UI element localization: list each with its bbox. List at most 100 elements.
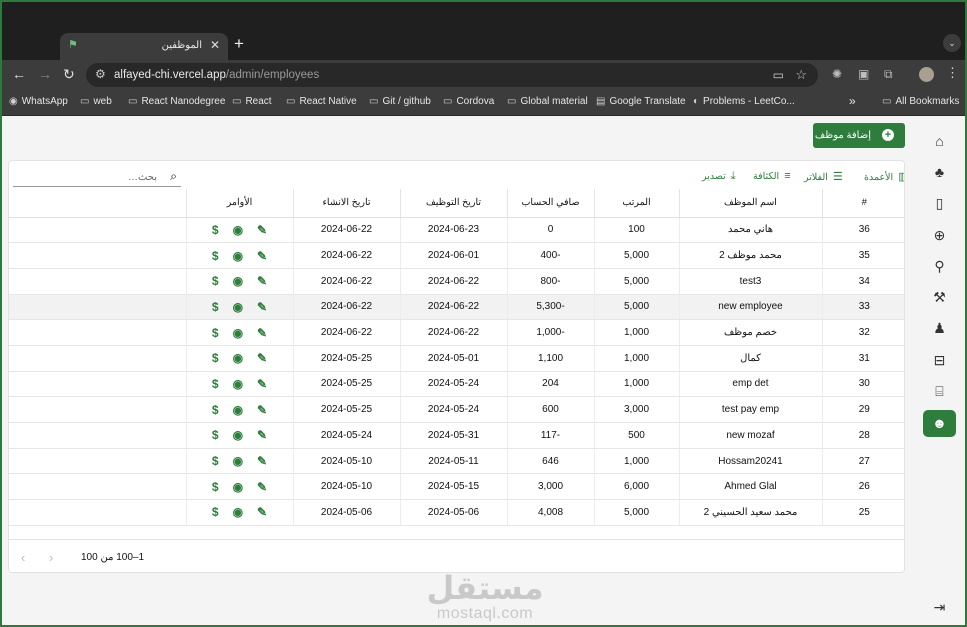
table-row[interactable]: 25 محمد سعيد الحسيني 2 5,000 4,008 2024-05-0… xyxy=(9,499,904,526)
table-row[interactable]: 29 test pay emp 3,000 600 2024-05-24 2024-05-… xyxy=(9,396,904,423)
filters-button[interactable]: الفلاتر ☰ xyxy=(804,170,843,183)
bookmark-item[interactable]: ▭ Global material xyxy=(507,96,588,107)
logout-icon[interactable]: ⇥ xyxy=(923,594,956,621)
edit-icon[interactable]: ✎ xyxy=(257,274,267,288)
back-icon[interactable]: ← xyxy=(12,66,26,82)
view-eye-icon[interactable]: ◉ xyxy=(233,428,243,442)
view-eye-icon[interactable]: ◉ xyxy=(233,249,243,263)
home-icon[interactable]: ⌂ xyxy=(923,128,956,155)
column-header-hire-date[interactable]: تاريخ التوظيف xyxy=(399,189,507,218)
bookmark-item[interactable]: ▭ Cordova xyxy=(443,96,494,107)
column-header-id[interactable]: # xyxy=(821,189,904,218)
browser-tab[interactable]: ⚑ الموظفين ✕ xyxy=(60,33,228,60)
table-row[interactable]: 36 هاني محمد 100 0 2024-06-23 2024-06-22 ✎ ◉ $ xyxy=(9,217,904,244)
view-eye-icon[interactable]: ◉ xyxy=(233,300,243,314)
export-button[interactable]: تصدير ⤓ xyxy=(702,170,736,183)
employees-icon[interactable]: ☻ xyxy=(923,410,956,437)
hiker-icon[interactable]: ⚲ xyxy=(923,253,956,280)
install-app-icon[interactable]: ▭ xyxy=(773,68,784,82)
add-employee-button[interactable]: إضافة موظف + xyxy=(813,123,905,148)
edit-icon[interactable]: ✎ xyxy=(257,403,267,417)
bookmark-item[interactable]: ▭ React Nanodegree xyxy=(128,96,225,107)
extension-icon[interactable]: ▣ xyxy=(858,67,869,81)
inbox-icon[interactable]: ⊟ xyxy=(923,347,956,374)
payment-dollar-icon[interactable]: $ xyxy=(212,428,219,442)
table-row[interactable]: 26 Ahmed Glal 6,000 3,000 2024-05-15 2024-05-… xyxy=(9,473,904,501)
forward-icon[interactable]: → xyxy=(38,66,52,82)
site-settings-icon[interactable]: ⚙ xyxy=(95,67,106,81)
edit-icon[interactable]: ✎ xyxy=(257,326,267,340)
view-eye-icon[interactable]: ◉ xyxy=(233,274,243,288)
view-eye-icon[interactable]: ◉ xyxy=(233,480,243,494)
table-row[interactable]: 30 emp det 1,000 204 2024-05-24 2024-05-25 ✎ ◉ $ xyxy=(9,371,904,398)
more-bookmarks-button[interactable]: » xyxy=(849,94,856,108)
column-header-name[interactable]: اسم الموظف xyxy=(678,189,822,218)
edit-icon[interactable]: ✎ xyxy=(257,249,267,263)
person-icon[interactable]: ♟ xyxy=(923,315,956,342)
payment-dollar-icon[interactable]: $ xyxy=(212,505,219,519)
view-eye-icon[interactable]: ◉ xyxy=(233,326,243,340)
close-tab-icon[interactable]: ✕ xyxy=(210,38,220,52)
payment-dollar-icon[interactable]: $ xyxy=(212,377,219,391)
extension-icon[interactable]: ✺ xyxy=(832,67,842,81)
edit-icon[interactable]: ✎ xyxy=(257,351,267,365)
edit-icon[interactable]: ✎ xyxy=(257,377,267,391)
calculator-icon[interactable]: ▯ xyxy=(923,190,956,217)
new-tab-button[interactable]: + xyxy=(234,34,244,54)
url-text[interactable]: alfayed-chi.vercel.app/admin/employees xyxy=(114,69,319,81)
table-row[interactable]: 27 Hossam20241 1,000 646 2024-05-11 2024-05-1… xyxy=(9,448,904,475)
view-eye-icon[interactable]: ◉ xyxy=(233,403,243,417)
bookmark-item[interactable]: ▤ Google Translate xyxy=(596,96,686,107)
payment-dollar-icon[interactable]: $ xyxy=(212,326,219,340)
column-header-net[interactable]: صافي الحساب xyxy=(506,189,594,218)
edit-icon[interactable]: ✎ xyxy=(257,480,267,494)
payment-dollar-icon[interactable]: $ xyxy=(212,274,219,288)
payment-dollar-icon[interactable]: $ xyxy=(212,454,219,468)
bookmark-star-icon[interactable]: ☆ xyxy=(795,67,807,83)
add-circle-icon[interactable]: ⊕ xyxy=(923,222,956,249)
view-eye-icon[interactable]: ◉ xyxy=(233,223,243,237)
browser-menu-icon[interactable]: ⋮ xyxy=(946,65,959,81)
bookmark-item[interactable]: ◐ Problems - LeetCo... xyxy=(693,96,795,107)
bank-icon[interactable]: ⌸ xyxy=(923,378,956,405)
payment-dollar-icon[interactable]: $ xyxy=(212,223,219,237)
extensions-puzzle-icon[interactable]: ⧉ xyxy=(884,67,893,82)
all-bookmarks-button[interactable]: ▭ All Bookmarks xyxy=(882,96,959,107)
payment-dollar-icon[interactable]: $ xyxy=(212,403,219,417)
tab-search-icon[interactable]: ⌄ xyxy=(943,34,961,52)
profile-avatar[interactable] xyxy=(919,67,934,82)
bookmark-item[interactable]: ▭ React Native xyxy=(286,96,357,107)
column-header-created-date[interactable]: تاريخ الانشاء xyxy=(292,189,400,218)
address-bar[interactable]: ⚙ alfayed-chi.vercel.app/admin/employees… xyxy=(86,63,818,87)
bookmark-item[interactable]: ▭ web xyxy=(80,96,112,107)
table-row[interactable]: 35 محمد موظف 2 5,000 -400 2024-06-01 2024-06-… xyxy=(9,242,904,269)
payment-dollar-icon[interactable]: $ xyxy=(212,351,219,365)
table-row[interactable]: 31 كمال 1,000 1,100 2024-05-01 2024-05-25 ✎ ◉ $ xyxy=(9,345,904,372)
view-eye-icon[interactable]: ◉ xyxy=(233,505,243,519)
search-input[interactable] xyxy=(17,169,157,185)
view-eye-icon[interactable]: ◉ xyxy=(233,377,243,391)
payment-dollar-icon[interactable]: $ xyxy=(212,300,219,314)
bookmark-item[interactable]: ◉ WhatsApp xyxy=(9,96,68,107)
view-eye-icon[interactable]: ◉ xyxy=(233,454,243,468)
bookmark-item[interactable]: ▭ Git / github xyxy=(369,96,431,107)
payment-dollar-icon[interactable]: $ xyxy=(212,249,219,263)
table-row[interactable]: 28 new mozaf 500 -117 2024-05-31 2024-05-24 ✎ ◉… xyxy=(9,422,904,449)
next-page-icon[interactable]: ‹ xyxy=(21,550,25,565)
table-row[interactable]: 34 test3 5,000 -800 2024-06-22 2024-06-22 ✎◉$ xyxy=(9,268,904,295)
table-row[interactable]: 33 new employee 5,000 -5,300 2024-06-22 2024-… xyxy=(9,294,904,321)
edit-icon[interactable]: ✎ xyxy=(257,223,267,237)
edit-icon[interactable]: ✎ xyxy=(257,300,267,314)
bookmark-item[interactable]: ▭ React xyxy=(232,96,272,107)
columns-button[interactable]: الأعمدة▥ xyxy=(864,170,904,183)
reload-icon[interactable]: ↻ xyxy=(63,66,75,83)
table-row[interactable]: 32 خصم موظف 1,000 -1,000 2024-06-22 2024-06-2… xyxy=(9,319,904,346)
column-header-salary[interactable]: المرتب xyxy=(593,189,679,218)
previous-page-icon[interactable]: › xyxy=(49,550,53,565)
edit-icon[interactable]: ✎ xyxy=(257,428,267,442)
view-eye-icon[interactable]: ◉ xyxy=(233,351,243,365)
payment-dollar-icon[interactable]: $ xyxy=(212,480,219,494)
edit-icon[interactable]: ✎ xyxy=(257,505,267,519)
density-button[interactable]: الكثافة ≡ xyxy=(753,170,791,182)
tools-icon[interactable]: ⚒ xyxy=(923,284,956,311)
